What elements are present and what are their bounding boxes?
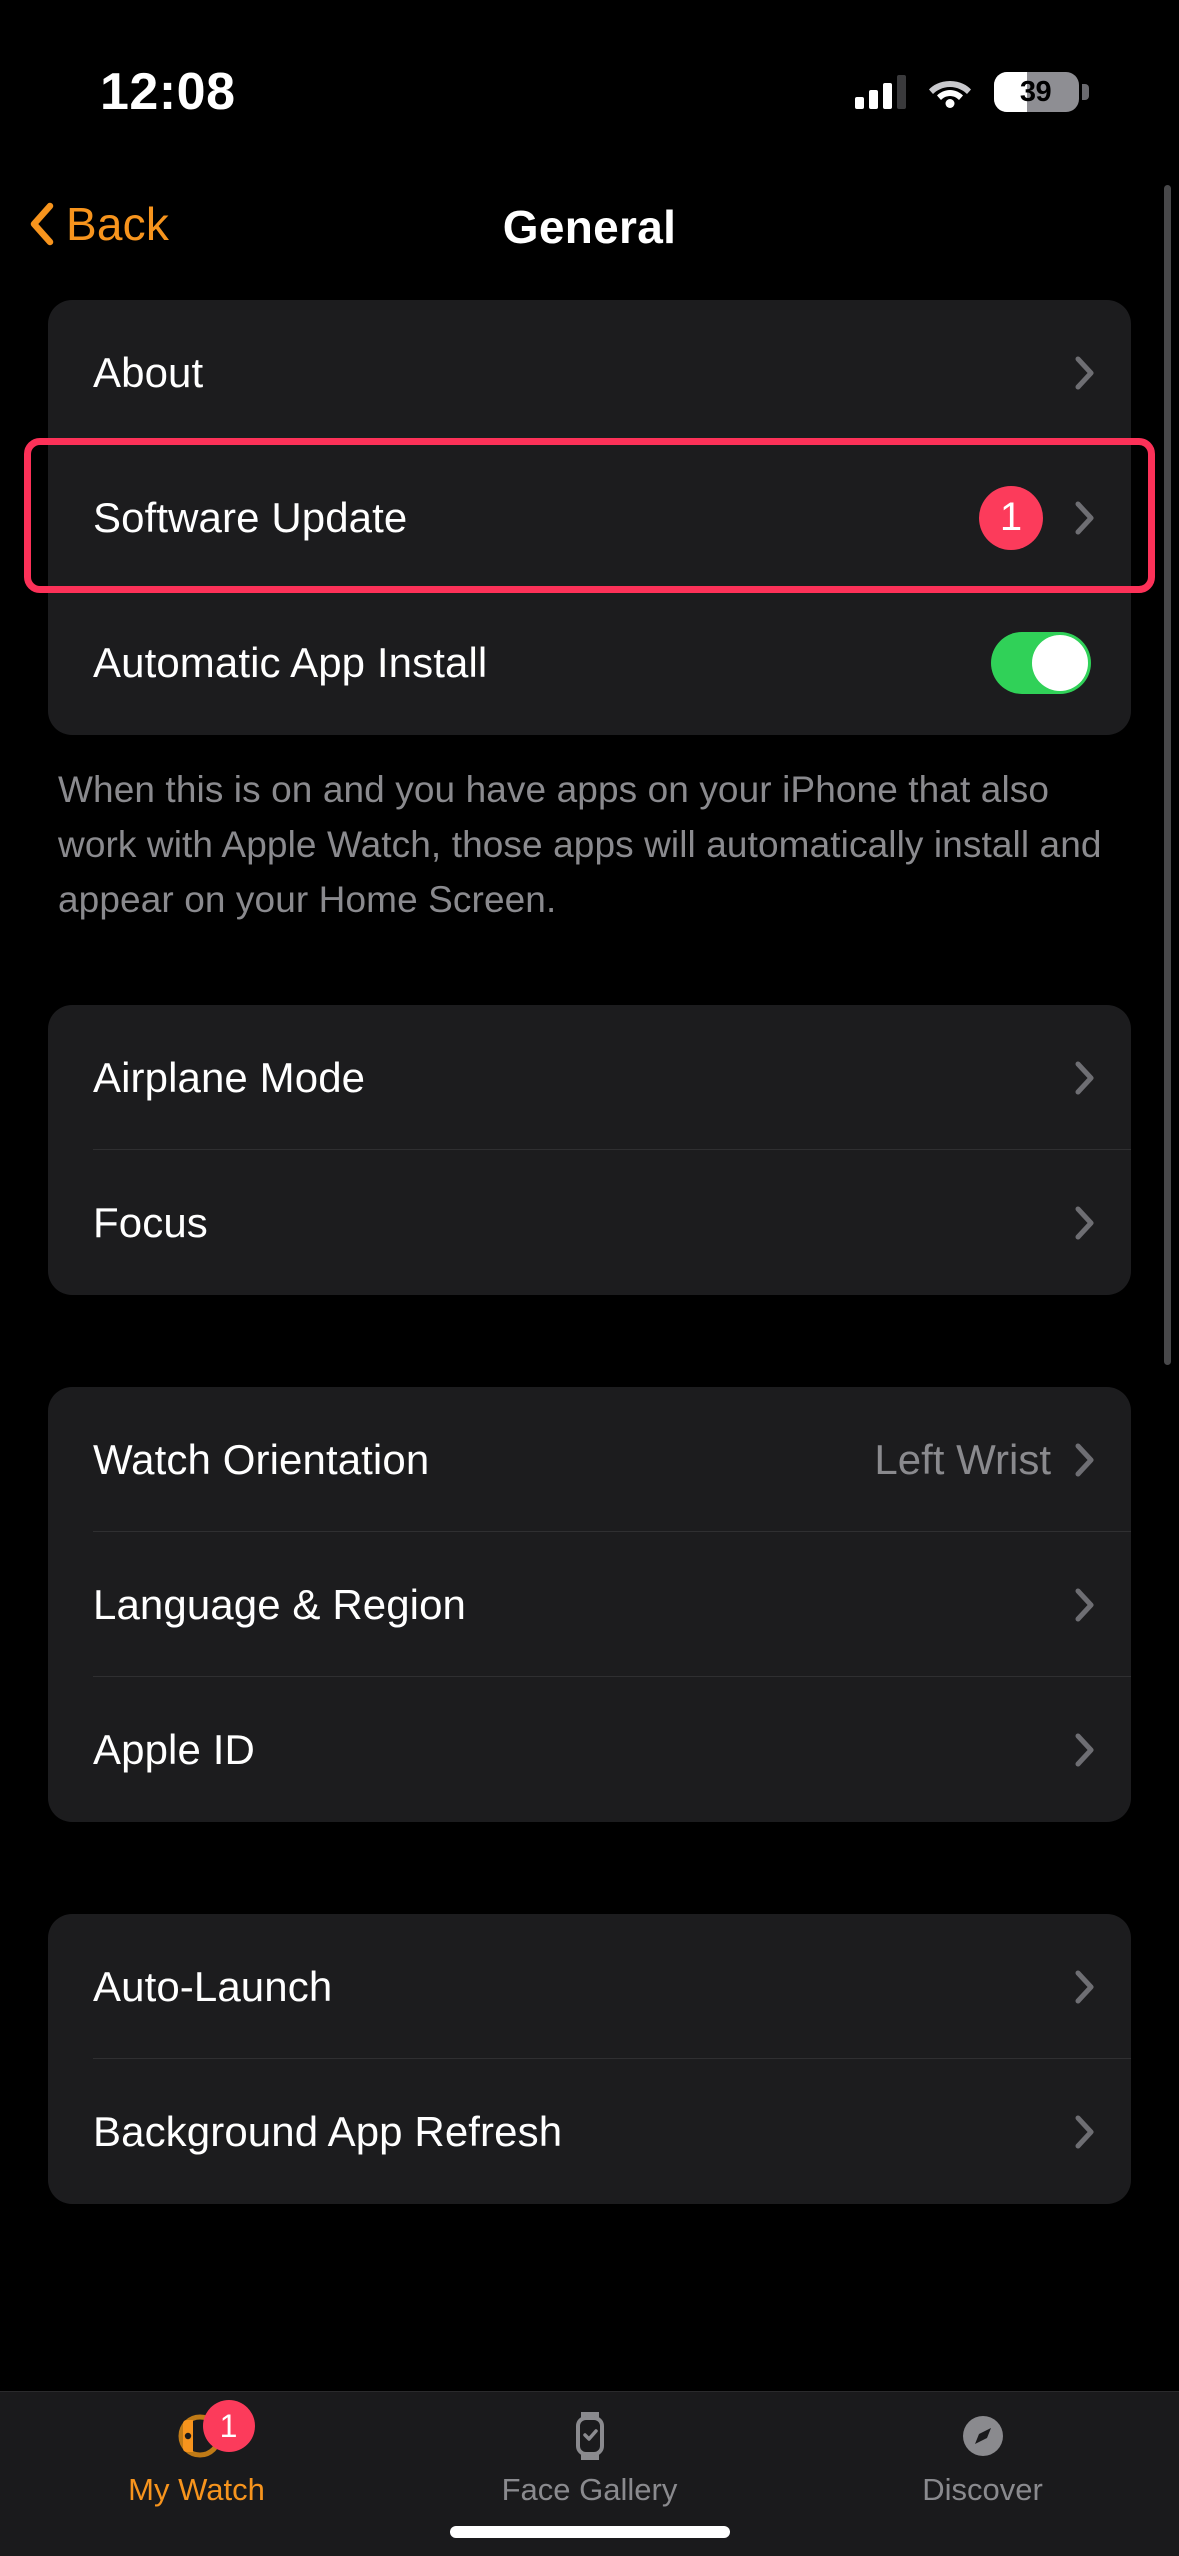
tab-badge: 1	[202, 2400, 255, 2452]
section-footnote: When this is on and you have apps on you…	[58, 769, 1102, 920]
row-value: Left Wrist	[874, 1435, 1051, 1483]
watch-icon: 1	[167, 2400, 255, 2464]
row-label: About	[93, 348, 204, 396]
chevron-right-icon	[1075, 501, 1095, 535]
row-label: Background App Refresh	[93, 2107, 563, 2155]
tab-bar: 1 My Watch Face Gallery Discover	[0, 2391, 1179, 2556]
row-label: Watch Orientation	[93, 1435, 430, 1483]
row-language-region[interactable]: Language & Region	[48, 1532, 1131, 1678]
row-watch-orientation[interactable]: Watch Orientation Left Wrist	[48, 1387, 1131, 1533]
chevron-right-icon	[1075, 1733, 1095, 1767]
chevron-right-icon	[1075, 356, 1095, 390]
row-airplane-mode[interactable]: Airplane Mode	[48, 1005, 1131, 1151]
tab-label: My Watch	[128, 2472, 265, 2507]
tab-face-gallery[interactable]: Face Gallery	[393, 2408, 786, 2508]
status-bar-time: 12:08	[100, 63, 236, 121]
chevron-right-icon	[1075, 1443, 1095, 1477]
row-label: Focus	[93, 1198, 208, 1246]
status-bar: 12:08 39	[0, 0, 1179, 150]
chevron-right-icon	[1075, 1970, 1095, 2004]
battery-level-text: 39	[1019, 75, 1052, 108]
row-label: Apple ID	[93, 1725, 255, 1773]
status-bar-indicators: 39	[855, 72, 1089, 112]
compass-icon	[955, 2408, 1011, 2464]
chevron-right-icon	[1075, 1206, 1095, 1240]
automatic-app-install-toggle[interactable]	[991, 631, 1091, 694]
row-software-update[interactable]: Software Update 1	[48, 445, 1131, 590]
row-apple-id[interactable]: Apple ID	[48, 1677, 1131, 1822]
page-title: General	[502, 201, 677, 253]
row-about[interactable]: About	[48, 300, 1131, 445]
row-auto-launch[interactable]: Auto-Launch	[48, 1914, 1131, 2060]
tab-my-watch[interactable]: 1 My Watch	[0, 2400, 393, 2508]
status-badge: 1	[979, 485, 1043, 550]
chevron-right-icon	[1075, 1588, 1095, 1622]
cellular-signal-icon	[855, 75, 906, 109]
phone-screen: 12:08 39 Back General About Software Upd…	[0, 0, 1179, 2556]
row-label: Automatic App Install	[93, 638, 488, 686]
row-background-app-refresh[interactable]: Background App Refresh	[48, 2059, 1131, 2204]
section-connectivity: Airplane Mode Focus	[48, 1005, 1131, 1296]
section-apps: Auto-Launch Background App Refresh	[48, 1914, 1131, 2205]
tab-label: Face Gallery	[501, 2472, 678, 2507]
settings-list: About Software Update 1 Automatic App In…	[0, 300, 1179, 2391]
row-label: Auto-Launch	[93, 1962, 333, 2010]
chevron-right-icon	[1075, 2115, 1095, 2149]
row-label: Language & Region	[93, 1580, 467, 1628]
section-device: Watch Orientation Left Wrist Language & …	[48, 1387, 1131, 1823]
home-indicator	[449, 2526, 730, 2538]
chevron-right-icon	[1075, 1061, 1095, 1095]
section-updates: About Software Update 1 Automatic App In…	[48, 300, 1131, 735]
row-automatic-app-install[interactable]: Automatic App Install	[48, 590, 1131, 735]
watch-face-icon	[562, 2408, 618, 2464]
row-label: Software Update	[93, 493, 408, 541]
navigation-bar: Back General	[0, 185, 1179, 305]
tab-label: Discover	[922, 2472, 1043, 2507]
row-focus[interactable]: Focus	[48, 1150, 1131, 1295]
row-label: Airplane Mode	[93, 1053, 366, 1101]
battery-icon: 39	[994, 72, 1089, 112]
wifi-icon	[928, 76, 972, 108]
tab-discover[interactable]: Discover	[786, 2408, 1179, 2508]
